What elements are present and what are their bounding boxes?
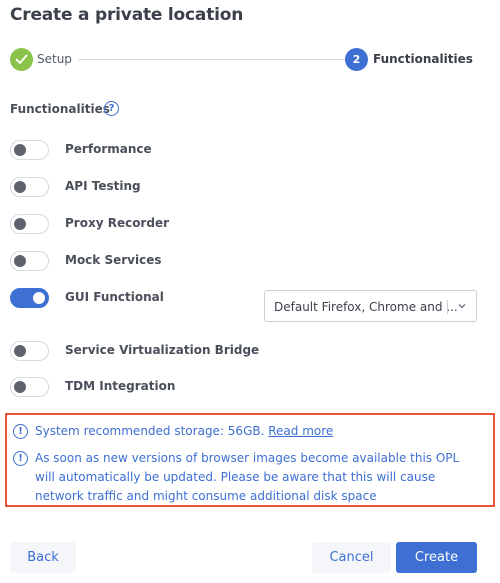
- functionality-label: Performance: [65, 142, 152, 156]
- toggle-knob: [14, 181, 26, 193]
- toggle-knob: [14, 381, 26, 393]
- functionality-label: API Testing: [65, 179, 141, 193]
- functionality-row-tdm-integration: TDM Integration: [10, 377, 480, 399]
- functionality-label: Mock Services: [65, 253, 162, 267]
- back-button[interactable]: Back: [10, 542, 76, 573]
- functionality-row-mock-services: Mock Services: [10, 251, 480, 273]
- proxy-recorder-toggle[interactable]: [10, 214, 49, 234]
- service-virtualization-bridge-toggle[interactable]: [10, 341, 49, 361]
- toggle-knob: [33, 292, 45, 304]
- notices-panel: ! System recommended storage: 56GB. Read…: [5, 413, 495, 507]
- functionality-row-service-virtualization-bridge: Service Virtualization Bridge: [10, 341, 480, 363]
- tdm-integration-toggle[interactable]: [10, 377, 49, 397]
- chevron-down-icon[interactable]: [457, 302, 467, 310]
- toggle-knob: [14, 255, 26, 267]
- functionality-row-proxy-recorder: Proxy Recorder: [10, 214, 480, 236]
- browser-images-select[interactable]: Default Firefox, Chrome and ...: [264, 290, 477, 322]
- functionality-label: GUI Functional: [65, 290, 164, 304]
- step-connector: [78, 59, 346, 60]
- stepper: Setup 2 Functionalities: [10, 48, 480, 72]
- toggle-knob: [14, 345, 26, 357]
- info-icon: !: [13, 451, 28, 466]
- create-button[interactable]: Create: [396, 542, 477, 573]
- functionality-label: Service Virtualization Bridge: [65, 343, 260, 357]
- step-functionalities-label: Functionalities: [373, 52, 473, 66]
- storage-notice-text: System recommended storage: 56GB. Read m…: [35, 422, 475, 441]
- read-more-link[interactable]: Read more: [268, 424, 333, 438]
- info-icon: !: [13, 424, 28, 439]
- step-completed-check: [10, 48, 33, 71]
- browser-select-value: Default Firefox, Chrome and ...: [274, 300, 458, 314]
- mock-services-toggle[interactable]: [10, 251, 49, 271]
- check-icon: [15, 54, 28, 64]
- functionalities-heading: Functionalities: [10, 102, 110, 116]
- cancel-button[interactable]: Cancel: [312, 542, 391, 573]
- api-testing-toggle[interactable]: [10, 177, 49, 197]
- functionality-label: TDM Integration: [65, 379, 176, 393]
- step-number-badge: 2: [345, 48, 368, 71]
- page-title: Create a private location: [10, 5, 244, 25]
- update-notice-text: As soon as new versions of browser image…: [35, 451, 460, 503]
- gui-functional-toggle[interactable]: [10, 288, 49, 308]
- step-setup-label[interactable]: Setup: [37, 52, 72, 66]
- help-icon[interactable]: ?: [104, 101, 119, 116]
- performance-toggle[interactable]: [10, 140, 49, 160]
- toggle-knob: [14, 144, 26, 156]
- functionality-row-api-testing: API Testing: [10, 177, 480, 199]
- functionality-row-performance: Performance: [10, 140, 480, 162]
- functionality-label: Proxy Recorder: [65, 216, 169, 230]
- storage-text: System recommended storage: 56GB.: [35, 424, 269, 438]
- toggle-knob: [14, 218, 26, 230]
- select-divider: [447, 300, 448, 314]
